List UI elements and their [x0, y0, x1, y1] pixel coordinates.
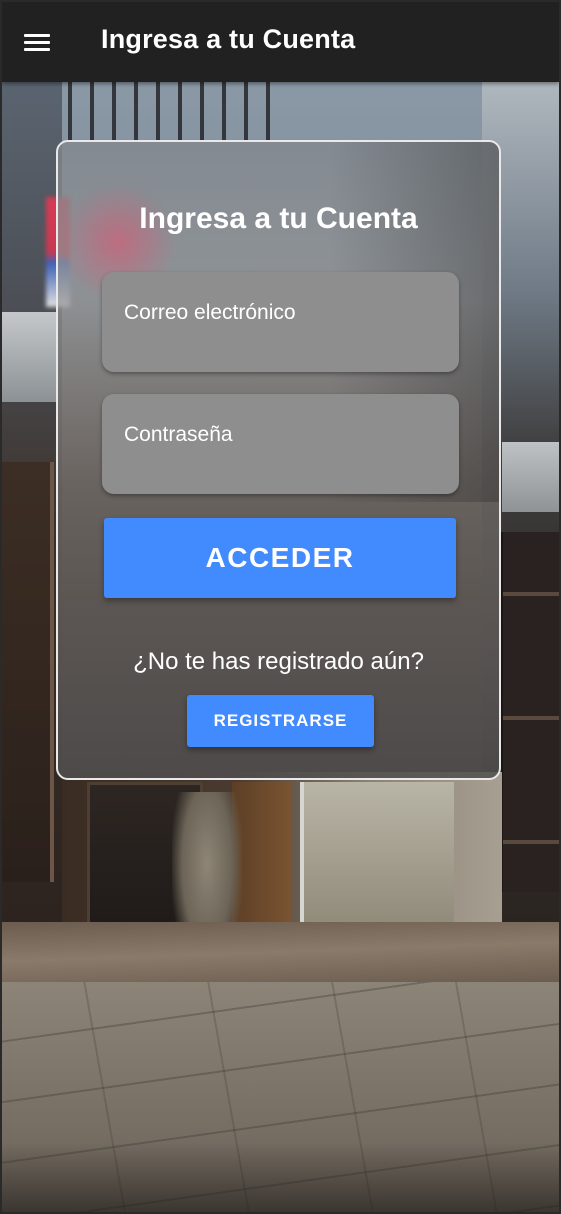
- background-right-door: [500, 532, 559, 892]
- password-input[interactable]: [124, 418, 444, 452]
- background-air-conditioner: [2, 312, 57, 402]
- email-field[interactable]: [102, 272, 459, 372]
- background-left-window: [2, 462, 54, 882]
- hamburger-menu-icon[interactable]: [22, 29, 52, 55]
- app-screen: Ingresa a tu Cuenta Ingresa a tu Cuenta: [2, 2, 559, 1212]
- login-card-title: Ingresa a tu Cuenta: [139, 202, 418, 235]
- app-bar-title: Ingresa a tu Cuenta: [101, 24, 356, 54]
- menu-icon-line: [24, 34, 50, 37]
- login-card: Ingresa a tu Cuenta ACCEDER ¿No te has r…: [56, 140, 501, 780]
- email-input[interactable]: [124, 296, 444, 330]
- background-shadow: [2, 1142, 559, 1212]
- register-prompt-text: ¿No te has registrado aún?: [133, 648, 424, 675]
- background-air-conditioner: [502, 442, 559, 512]
- menu-icon-line: [24, 41, 50, 44]
- password-field[interactable]: [102, 394, 459, 494]
- register-button[interactable]: REGISTRARSE: [187, 695, 374, 747]
- top-app-bar: Ingresa a tu Cuenta: [2, 2, 559, 82]
- menu-icon-line: [24, 48, 50, 51]
- access-button[interactable]: ACCEDER: [104, 518, 456, 598]
